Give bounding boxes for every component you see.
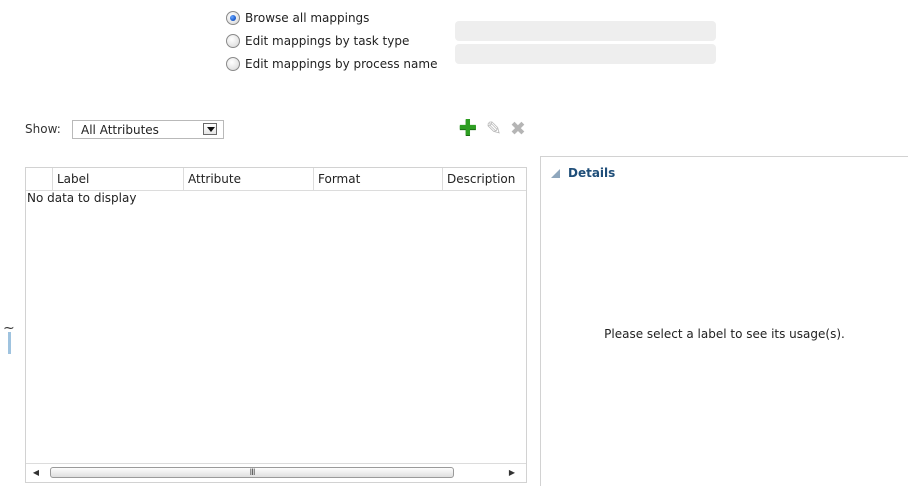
radio-label: Edit mappings by task type: [245, 34, 410, 48]
show-select-value: All Attributes: [81, 123, 159, 137]
scrollbar-thumb[interactable]: III: [50, 467, 454, 478]
splitter-bar[interactable]: [8, 332, 11, 354]
process-name-field: [455, 44, 716, 64]
add-icon[interactable]: ✚: [458, 118, 478, 140]
radio-browse-all[interactable]: Browse all mappings: [226, 9, 369, 27]
show-select[interactable]: All Attributes: [72, 120, 224, 139]
dropdown-arrow-icon[interactable]: [203, 123, 217, 135]
radio-label: Edit mappings by process name: [245, 57, 438, 71]
pencil-icon[interactable]: ✎: [484, 119, 504, 139]
scroll-left-arrow-icon[interactable]: ◀: [28, 464, 44, 482]
show-label: Show:: [25, 122, 61, 136]
radio-by-process-name[interactable]: Edit mappings by process name: [226, 55, 437, 73]
task-type-field: [455, 21, 716, 41]
radio-button[interactable]: [226, 34, 240, 48]
delete-icon[interactable]: ✖: [508, 119, 528, 139]
empty-message: No data to display: [27, 191, 137, 205]
row-header-column: [26, 168, 52, 190]
details-header[interactable]: Details: [551, 166, 615, 180]
scroll-right-arrow-icon[interactable]: ▶: [504, 464, 520, 482]
radio-button[interactable]: [226, 11, 240, 25]
details-panel: Details Please select a label to see its…: [540, 156, 908, 486]
column-header-format[interactable]: Format: [313, 168, 442, 190]
radio-label: Browse all mappings: [245, 11, 370, 25]
column-header-attribute[interactable]: Attribute: [183, 168, 313, 190]
details-message: Please select a label to see its usage(s…: [604, 327, 845, 341]
mappings-table: Label Attribute Format Description No da…: [25, 167, 527, 483]
column-header-label[interactable]: Label: [52, 168, 183, 190]
table-header: Label Attribute Format Description: [26, 168, 526, 191]
scroll-grip: III: [249, 468, 256, 478]
horizontal-scrollbar[interactable]: ◀ III ▶: [26, 463, 526, 482]
details-title: Details: [568, 166, 616, 180]
radio-by-task-type[interactable]: Edit mappings by task type: [226, 32, 409, 50]
column-header-description[interactable]: Description: [442, 168, 526, 190]
radio-button[interactable]: [226, 57, 240, 71]
splitter-handle-icon[interactable]: ≀: [1, 325, 17, 330]
disclosure-triangle-icon[interactable]: [551, 168, 560, 178]
